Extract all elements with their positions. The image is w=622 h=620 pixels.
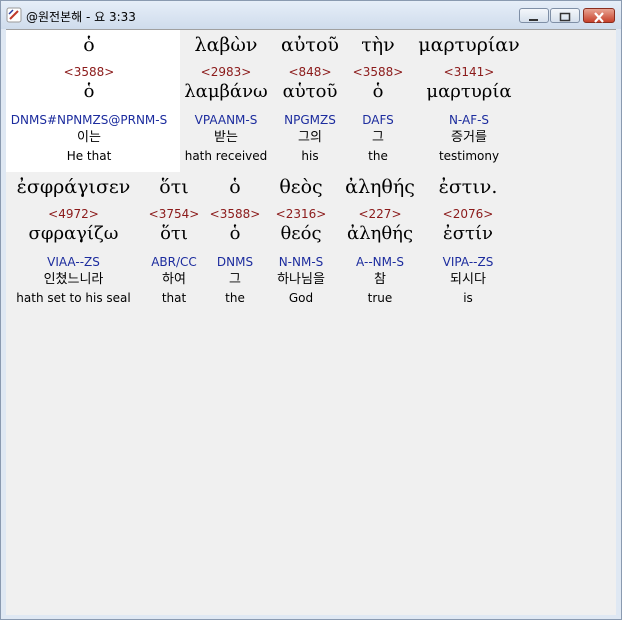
close-icon xyxy=(594,12,604,23)
greek-word: ὅτι xyxy=(159,176,189,198)
app-icon xyxy=(6,7,22,23)
greek-word: ἀληθής xyxy=(345,176,415,198)
greek-lemma: ἐστίν xyxy=(443,223,493,244)
title-bar[interactable]: @원전본해 - 요 3:33 xyxy=(1,1,621,29)
english-gloss: his xyxy=(301,149,319,163)
strong-number[interactable]: <4972> xyxy=(6,207,141,221)
strong-number[interactable]: <3588> xyxy=(206,207,264,221)
strong-number[interactable]: <2076> xyxy=(423,207,513,221)
morph-code[interactable]: N-NM-S xyxy=(265,255,337,269)
interlinear-content: ὁ <3588> ὁ DNMS#NPNMZS@PRNM-S 이는 He that… xyxy=(6,29,616,615)
word-cell[interactable]: ἐσφράγισεν <4972> σφραγίζω VIAA--ZS 인쳤느니… xyxy=(6,172,141,312)
word-cell[interactable]: θεὸς <2316> θεός N-NM-S 하나님을 God xyxy=(265,172,337,312)
english-gloss: testimony xyxy=(438,149,500,163)
strong-number[interactable]: <848> xyxy=(272,65,348,79)
word-cell[interactable]: ὅτι <3754> ὅτι ABR/CC 하여 that xyxy=(143,172,205,312)
english-gloss: God xyxy=(288,291,314,305)
korean-gloss: 받는 xyxy=(214,130,238,145)
greek-word: μαρτυρίαν xyxy=(418,34,520,56)
morph-code[interactable]: A--NM-S xyxy=(338,255,422,269)
korean-gloss: 참 xyxy=(374,272,386,287)
greek-word: λαβὼν xyxy=(194,34,258,56)
english-gloss: is xyxy=(463,291,473,305)
greek-word: ὁ xyxy=(83,34,95,56)
english-gloss: hath set to his seal xyxy=(16,291,131,305)
morph-code[interactable]: DNMS xyxy=(206,255,264,269)
word-cell[interactable]: αὐτοῦ <848> αὑτοῦ NPGMZS 그의 his xyxy=(272,30,348,170)
word-cell[interactable]: μαρτυρίαν <3141> μαρτυρία N-AF-S 증거를 tes… xyxy=(408,30,530,170)
maximize-button[interactable] xyxy=(550,8,580,23)
maximize-icon xyxy=(559,12,571,22)
strong-number[interactable]: <2983> xyxy=(181,65,271,79)
strong-number[interactable]: <3141> xyxy=(408,65,530,79)
strong-number[interactable]: <3754> xyxy=(143,207,205,221)
greek-word: ὁ xyxy=(229,176,241,198)
app-window: @원전본해 - 요 3:33 ὁ <3588> ὁ DNMS#NPNMZS@PR… xyxy=(0,0,622,620)
strong-number[interactable]: <3588> xyxy=(349,65,407,79)
greek-lemma: μαρτυρία xyxy=(426,81,512,102)
english-gloss: true xyxy=(367,291,393,305)
word-cell[interactable]: λαβὼν <2983> λαμβάνω VPAANM-S 받는 hath re… xyxy=(181,30,271,170)
morph-code[interactable]: DNMS#NPNMZS@PRNM-S xyxy=(6,113,172,127)
strong-number[interactable]: <3588> xyxy=(6,65,172,79)
korean-gloss: 이는 xyxy=(77,130,101,145)
word-cell[interactable]: ὁ <3588> ὁ DNMS 그 the xyxy=(206,172,264,312)
greek-word: ἐστιν. xyxy=(438,176,498,198)
korean-gloss: 인쳤느니라 xyxy=(43,272,104,287)
morph-code[interactable]: N-AF-S xyxy=(408,113,530,127)
greek-word: θεὸς xyxy=(279,176,323,198)
korean-gloss: 그 xyxy=(229,272,241,287)
korean-gloss: 되시다 xyxy=(450,272,486,287)
morph-code[interactable]: DAFS xyxy=(349,113,407,127)
greek-word: τὴν xyxy=(361,34,395,56)
korean-gloss: 하여 xyxy=(162,272,186,287)
english-gloss: that xyxy=(161,291,187,305)
minimize-button[interactable] xyxy=(519,8,549,23)
greek-lemma: σφραγίζω xyxy=(28,223,119,244)
window-title: @원전본해 - 요 3:33 xyxy=(26,10,136,24)
close-button[interactable] xyxy=(583,8,615,23)
english-gloss: the xyxy=(368,149,388,163)
korean-gloss: 그의 xyxy=(298,130,322,145)
english-gloss: the xyxy=(225,291,245,305)
greek-lemma: ἀληθής xyxy=(346,223,414,244)
word-cell[interactable]: ἀληθής <227> ἀληθής A--NM-S 참 true xyxy=(338,172,422,312)
morph-code[interactable]: VIAA--ZS xyxy=(6,255,141,269)
strong-number[interactable]: <227> xyxy=(338,207,422,221)
greek-lemma: ὁ xyxy=(372,81,384,102)
morph-code[interactable]: VIPA--ZS xyxy=(423,255,513,269)
greek-lemma: λαμβάνω xyxy=(184,81,268,102)
minimize-icon xyxy=(529,19,538,21)
greek-word: ἐσφράγισεν xyxy=(16,176,131,198)
korean-gloss: 하나님을 xyxy=(277,272,325,287)
greek-lemma: αὑτοῦ xyxy=(282,81,338,102)
korean-gloss: 그 xyxy=(372,130,384,145)
greek-lemma: θεός xyxy=(280,223,322,244)
word-cell[interactable]: ὁ <3588> ὁ DNMS#NPNMZS@PRNM-S 이는 He that xyxy=(6,30,172,170)
english-gloss: He that xyxy=(66,149,112,163)
english-gloss: hath received xyxy=(184,149,268,163)
word-cell[interactable]: ἐστιν. <2076> ἐστίν VIPA--ZS 되시다 is xyxy=(423,172,513,312)
korean-gloss: 증거를 xyxy=(451,130,487,145)
greek-lemma: ὁ xyxy=(83,81,95,102)
greek-lemma: ὁ xyxy=(229,223,241,244)
morph-code[interactable]: VPAANM-S xyxy=(181,113,271,127)
word-cell[interactable]: τὴν <3588> ὁ DAFS 그 the xyxy=(349,30,407,170)
greek-word: αὐτοῦ xyxy=(281,34,339,56)
greek-lemma: ὅτι xyxy=(160,223,188,244)
morph-code[interactable]: NPGMZS xyxy=(272,113,348,127)
morph-code[interactable]: ABR/CC xyxy=(143,255,205,269)
strong-number[interactable]: <2316> xyxy=(265,207,337,221)
